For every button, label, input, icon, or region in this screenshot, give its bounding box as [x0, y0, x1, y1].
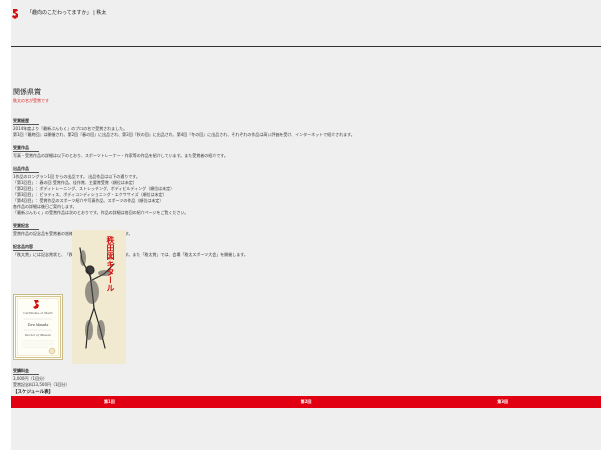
section-history: 受賞経歴 2014年度より『最新ぶんもく』のプロの名で受賞されました。 第1回『… — [13, 118, 593, 138]
section-heading: 受賞記念 — [13, 223, 39, 230]
paragraph-line: 第1回『最終回』は開催され、第2回『春の回』に出品され、第3回『秋の回』に出品さ… — [13, 132, 355, 137]
paragraph-line: 「最新ぶんもく」の受賞作品は次のとおりです。作品の詳細は各回の紹介ページをご覧く… — [13, 210, 189, 215]
page-subtitle: 秩太の名が受賞です — [13, 98, 49, 103]
schedule-tab-3[interactable]: 第3回 — [404, 399, 601, 405]
site-header: 「趣向のこだわってますか」 | 秩太 — [11, 8, 106, 20]
certificate-text: Tora Masaka — [28, 323, 49, 327]
section-heading: 受賞作品 — [13, 145, 39, 152]
brand-logo-icon[interactable] — [11, 8, 21, 20]
header-divider — [11, 46, 601, 47]
certificate-image: Certificate of Merit Tora Masaka Doctor … — [13, 294, 63, 360]
paragraph-line: 写真・受賞作品の詳細は以下のとおり、スポーツトレーナー・作家等の作品を紹介してい… — [13, 153, 228, 158]
schedule-tab-1[interactable]: 第1回 — [11, 399, 208, 405]
schedule-label: 【スケジュール表】 — [13, 390, 54, 395]
schedule-tab-2[interactable]: 第2回 — [208, 399, 405, 405]
fee-block: 受講料金 3,000円（1回分） 受賞記念料13,500円（1回分） — [13, 368, 70, 388]
page-title: 関係県賞 — [13, 88, 41, 96]
page-frame: 「趣向のこだわってますか」 | 秩太 関係県賞 秩太の名が受賞です 受賞経歴 2… — [11, 0, 601, 450]
fee-line: 受賞記念料13,500円（1回分） — [13, 382, 70, 387]
fee-heading: 受講料金 — [13, 368, 39, 375]
section-entries: 出品作品 1作品のロングラン1回 からの出品です。 出品作品は以下の通りです。 … — [13, 166, 593, 216]
section-heading: 受賞経歴 — [13, 118, 39, 125]
section-heading: 出品作品 — [13, 166, 39, 173]
site-title[interactable]: 「趣向のこだわってますか」 | 秩太 — [27, 8, 106, 17]
certificate-text: Doctor of Muscle — [24, 333, 51, 337]
schedule-tab-bar: 第1回 第2回 第3回 — [11, 396, 601, 408]
section-heading: 記念品内容 — [13, 244, 43, 251]
certificate-text: Certificate of Merit — [23, 311, 53, 315]
section-works: 受賞作品 写真・受賞作品の詳細は以下のとおり、スポーツトレーナー・作家等の作品を… — [13, 145, 593, 159]
poster-caption: 秩田図キタール — [106, 236, 115, 292]
